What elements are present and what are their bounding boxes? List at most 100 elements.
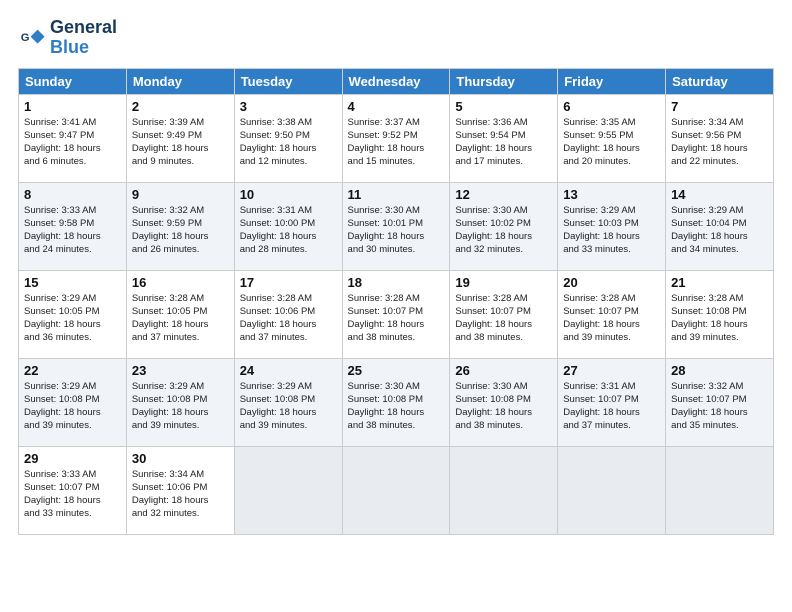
calendar-cell: [342, 446, 450, 534]
calendar-cell: 4Sunrise: 3:37 AMSunset: 9:52 PMDaylight…: [342, 94, 450, 182]
day-number: 24: [240, 363, 337, 378]
page: G General Blue SundayMondayTuesdayWednes…: [0, 0, 792, 612]
cell-info: Sunrise: 3:32 AMSunset: 10:07 PMDaylight…: [671, 380, 768, 433]
day-number: 29: [24, 451, 121, 466]
calendar-cell: [666, 446, 774, 534]
day-number: 22: [24, 363, 121, 378]
calendar-cell: 12Sunrise: 3:30 AMSunset: 10:02 PMDaylig…: [450, 182, 558, 270]
cell-info: Sunrise: 3:37 AMSunset: 9:52 PMDaylight:…: [348, 116, 445, 169]
cell-info: Sunrise: 3:30 AMSunset: 10:08 PMDaylight…: [455, 380, 552, 433]
cell-info: Sunrise: 3:30 AMSunset: 10:01 PMDaylight…: [348, 204, 445, 257]
day-number: 21: [671, 275, 768, 290]
day-number: 30: [132, 451, 229, 466]
calendar-cell: 11 Sunrise: 3:30 AMSunset: 10:01 PMDaylig…: [342, 182, 450, 270]
calendar-cell: [558, 446, 666, 534]
day-number: 7: [671, 99, 768, 114]
day-number: 8: [24, 187, 121, 202]
cell-info: Sunrise: 3:31 AMSunset: 10:07 PMDaylight…: [563, 380, 660, 433]
calendar-week-row: 29Sunrise: 3:33 AMSunset: 10:07 PMDaylig…: [19, 446, 774, 534]
day-number: 17: [240, 275, 337, 290]
cell-info: Sunrise: 3:29 AMSunset: 10:04 PMDaylight…: [671, 204, 768, 257]
calendar-cell: 23 Sunrise: 3:29 AMSunset: 10:08 PMDaylig…: [126, 358, 234, 446]
day-number: 5: [455, 99, 552, 114]
cell-info: Sunrise: 3:34 AMSunset: 10:06 PMDaylight…: [132, 468, 229, 521]
day-number: 25: [348, 363, 445, 378]
day-number: 19: [455, 275, 552, 290]
calendar-cell: 16 Sunrise: 3:28 AMSunset: 10:05 PMDaylig…: [126, 270, 234, 358]
calendar-cell: 3Sunrise: 3:38 AMSunset: 9:50 PMDaylight…: [234, 94, 342, 182]
calendar-cell: [234, 446, 342, 534]
calendar-week-row: 22 Sunrise: 3:29 AMSunset: 10:08 PMDaylig…: [19, 358, 774, 446]
day-number: 16: [132, 275, 229, 290]
calendar-cell: 30 Sunrise: 3:34 AMSunset: 10:06 PMDaylig…: [126, 446, 234, 534]
logo-icon: G: [18, 24, 46, 52]
day-number: 23: [132, 363, 229, 378]
logo: G General Blue: [18, 18, 117, 58]
logo-line1: General: [50, 18, 117, 38]
day-number: 12: [455, 187, 552, 202]
calendar-cell: 2Sunrise: 3:39 AMSunset: 9:49 PMDaylight…: [126, 94, 234, 182]
day-number: 15: [24, 275, 121, 290]
cell-info: Sunrise: 3:34 AMSunset: 9:56 PMDaylight:…: [671, 116, 768, 169]
header: G General Blue: [18, 18, 774, 58]
calendar-header-sunday: Sunday: [19, 68, 127, 94]
cell-info: Sunrise: 3:28 AMSunset: 10:05 PMDaylight…: [132, 292, 229, 345]
cell-info: Sunrise: 3:28 AMSunset: 10:07 PMDaylight…: [455, 292, 552, 345]
cell-info: Sunrise: 3:31 AMSunset: 10:00 PMDaylight…: [240, 204, 337, 257]
logo-line2: Blue: [50, 37, 89, 57]
cell-info: Sunrise: 3:28 AMSunset: 10:08 PMDaylight…: [671, 292, 768, 345]
calendar-cell: 10 Sunrise: 3:31 AMSunset: 10:00 PMDaylig…: [234, 182, 342, 270]
calendar-cell: 9 Sunrise: 3:32 AMSunset: 9:59 PMDaylight…: [126, 182, 234, 270]
day-number: 14: [671, 187, 768, 202]
calendar-header-row: SundayMondayTuesdayWednesdayThursdayFrid…: [19, 68, 774, 94]
calendar-cell: 7 Sunrise: 3:34 AMSunset: 9:56 PMDaylight…: [666, 94, 774, 182]
calendar-cell: 29Sunrise: 3:33 AMSunset: 10:07 PMDaylig…: [19, 446, 127, 534]
day-number: 6: [563, 99, 660, 114]
day-number: 28: [671, 363, 768, 378]
calendar-cell: 21 Sunrise: 3:28 AMSunset: 10:08 PMDaylig…: [666, 270, 774, 358]
calendar-cell: 6Sunrise: 3:35 AMSunset: 9:55 PMDaylight…: [558, 94, 666, 182]
day-number: 13: [563, 187, 660, 202]
logo-text: General Blue: [50, 18, 117, 58]
calendar-cell: 22 Sunrise: 3:29 AMSunset: 10:08 PMDaylig…: [19, 358, 127, 446]
cell-info: Sunrise: 3:28 AMSunset: 10:07 PMDaylight…: [563, 292, 660, 345]
calendar-cell: 14 Sunrise: 3:29 AMSunset: 10:04 PMDaylig…: [666, 182, 774, 270]
calendar-cell: 1 Sunrise: 3:41 AMSunset: 9:47 PMDaylight…: [19, 94, 127, 182]
calendar-cell: 13 Sunrise: 3:29 AMSunset: 10:03 PMDaylig…: [558, 182, 666, 270]
calendar-week-row: 8Sunrise: 3:33 AMSunset: 9:58 PMDaylight…: [19, 182, 774, 270]
day-number: 9: [132, 187, 229, 202]
calendar-header-wednesday: Wednesday: [342, 68, 450, 94]
calendar-header-monday: Monday: [126, 68, 234, 94]
calendar-header-saturday: Saturday: [666, 68, 774, 94]
cell-info: Sunrise: 3:29 AMSunset: 10:03 PMDaylight…: [563, 204, 660, 257]
calendar-header-tuesday: Tuesday: [234, 68, 342, 94]
cell-info: Sunrise: 3:29 AMSunset: 10:08 PMDaylight…: [24, 380, 121, 433]
cell-info: Sunrise: 3:38 AMSunset: 9:50 PMDaylight:…: [240, 116, 337, 169]
calendar-cell: 26 Sunrise: 3:30 AMSunset: 10:08 PMDaylig…: [450, 358, 558, 446]
day-number: 20: [563, 275, 660, 290]
calendar-cell: [450, 446, 558, 534]
calendar-cell: 18Sunrise: 3:28 AMSunset: 10:07 PMDaylig…: [342, 270, 450, 358]
day-number: 27: [563, 363, 660, 378]
day-number: 26: [455, 363, 552, 378]
calendar-cell: 24 Sunrise: 3:29 AMSunset: 10:08 PMDaylig…: [234, 358, 342, 446]
cell-info: Sunrise: 3:29 AMSunset: 10:05 PMDaylight…: [24, 292, 121, 345]
calendar-header-thursday: Thursday: [450, 68, 558, 94]
cell-info: Sunrise: 3:30 AMSunset: 10:08 PMDaylight…: [348, 380, 445, 433]
cell-info: Sunrise: 3:32 AMSunset: 9:59 PMDaylight:…: [132, 204, 229, 257]
calendar-cell: 15 Sunrise: 3:29 AMSunset: 10:05 PMDaylig…: [19, 270, 127, 358]
day-number: 1: [24, 99, 121, 114]
calendar-cell: 5 Sunrise: 3:36 AMSunset: 9:54 PMDaylight…: [450, 94, 558, 182]
calendar-cell: 27 Sunrise: 3:31 AMSunset: 10:07 PMDaylig…: [558, 358, 666, 446]
cell-info: Sunrise: 3:29 AMSunset: 10:08 PMDaylight…: [132, 380, 229, 433]
calendar-week-row: 15 Sunrise: 3:29 AMSunset: 10:05 PMDaylig…: [19, 270, 774, 358]
day-number: 10: [240, 187, 337, 202]
cell-info: Sunrise: 3:39 AMSunset: 9:49 PMDaylight:…: [132, 116, 229, 169]
day-number: 11: [348, 187, 445, 202]
cell-info: Sunrise: 3:36 AMSunset: 9:54 PMDaylight:…: [455, 116, 552, 169]
cell-info: Sunrise: 3:29 AMSunset: 10:08 PMDaylight…: [240, 380, 337, 433]
cell-info: Sunrise: 3:41 AMSunset: 9:47 PMDaylight:…: [24, 116, 121, 169]
calendar-header-friday: Friday: [558, 68, 666, 94]
cell-info: Sunrise: 3:28 AMSunset: 10:07 PMDaylight…: [348, 292, 445, 345]
calendar-cell: 17Sunrise: 3:28 AMSunset: 10:06 PMDaylig…: [234, 270, 342, 358]
